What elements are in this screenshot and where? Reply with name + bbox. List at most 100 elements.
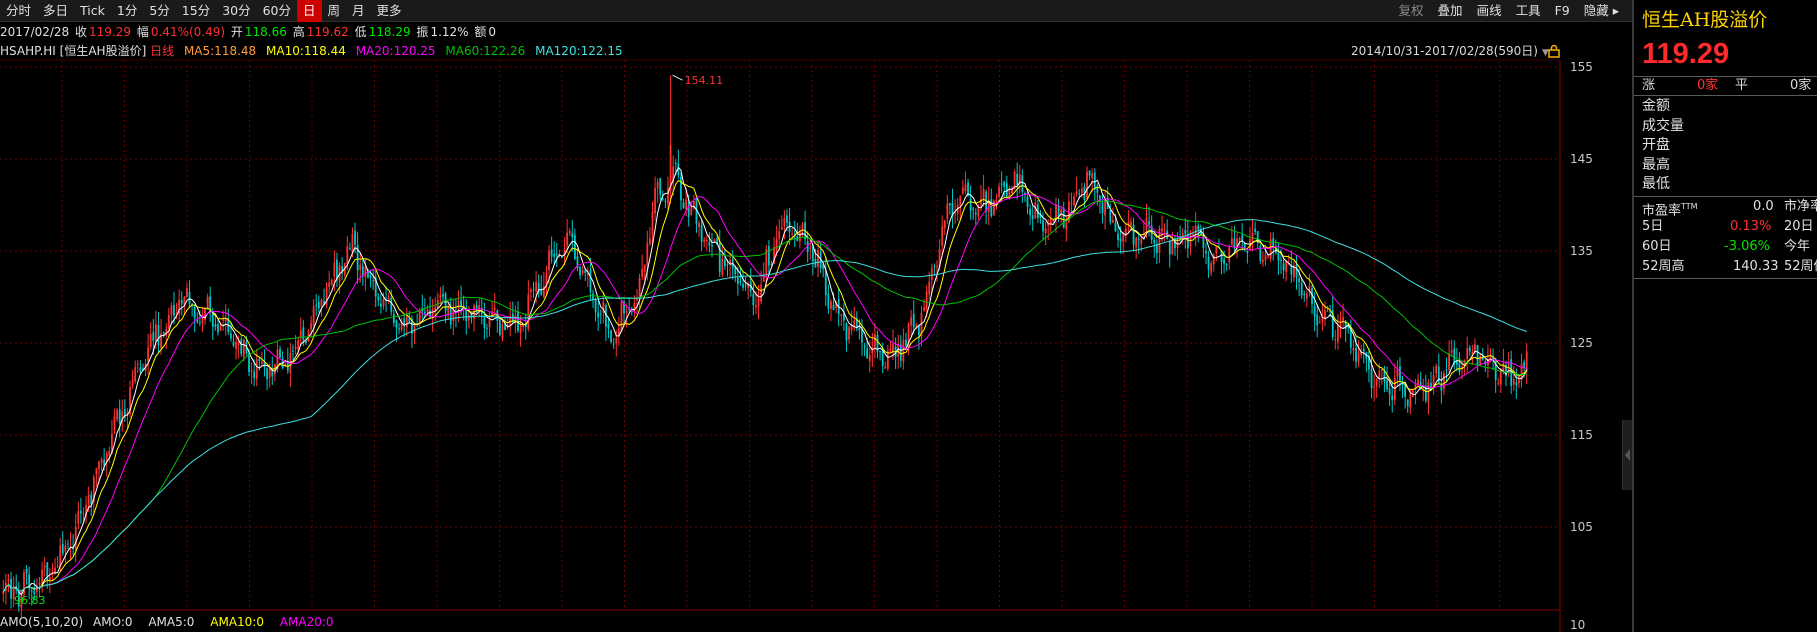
candle-body <box>1119 238 1122 242</box>
candle-body <box>610 330 613 342</box>
candle-body <box>198 322 201 324</box>
candle-body <box>346 246 349 265</box>
candle-body <box>832 304 835 311</box>
candle-body <box>1062 208 1065 228</box>
ma-line-ma120 <box>2 219 1527 593</box>
ama10-value: AMA10:0 <box>210 615 264 629</box>
candle-body <box>682 202 685 209</box>
candle-body <box>767 246 770 266</box>
candle-body <box>752 294 755 306</box>
candle-body <box>1409 394 1412 408</box>
candle-body <box>330 279 333 285</box>
candle-body <box>390 297 393 312</box>
candle-body <box>116 409 118 420</box>
candle-body <box>10 579 12 599</box>
candle-body <box>972 208 975 210</box>
candle-body <box>711 245 713 247</box>
candle-body <box>1450 350 1453 353</box>
panel-toggle-handle[interactable] <box>1622 420 1632 490</box>
candle-body <box>1122 233 1125 242</box>
candle-body <box>237 341 240 346</box>
candle-body <box>527 294 530 329</box>
candle-body <box>149 333 152 347</box>
candle-body <box>530 289 532 292</box>
y-tick-label: 145 <box>1570 152 1593 166</box>
candle-body <box>211 313 214 327</box>
candle-body <box>1132 224 1135 245</box>
candle-body <box>928 281 931 295</box>
candle-body <box>863 345 866 347</box>
candle-body <box>791 233 794 235</box>
candle-body <box>1355 347 1357 362</box>
kline-chart[interactable]: 155 145 135 125 115 105 10 154.11 96.83 <box>0 0 1632 632</box>
amo-label[interactable]: AMO(5,10,20) <box>0 615 83 629</box>
candle-body <box>302 327 305 341</box>
candle-body <box>1303 293 1306 296</box>
candle-body <box>372 279 375 281</box>
candle-body <box>1210 263 1213 273</box>
max-annotation-arrow <box>672 74 683 81</box>
candle-body <box>328 282 331 288</box>
return-60d-row: 60日 -3.06% 今年 <box>1642 237 1817 256</box>
candle-body <box>1386 380 1388 390</box>
candle-body <box>1031 215 1034 219</box>
candle-body <box>501 324 504 339</box>
candle-body <box>674 162 677 164</box>
candle-body <box>25 568 28 574</box>
candle-body <box>1060 209 1063 214</box>
field-label: 最低 <box>1642 176 1670 192</box>
candle-body <box>974 212 977 215</box>
candle-body <box>1137 239 1140 241</box>
candle-body <box>884 366 887 369</box>
candle-body <box>1285 261 1288 273</box>
candle-body <box>555 253 558 256</box>
candle-body <box>98 462 100 470</box>
candle-body <box>1021 175 1024 192</box>
candle-body <box>646 243 649 266</box>
candle-body <box>113 416 116 431</box>
candle-body <box>659 178 662 196</box>
candle-body <box>56 565 59 567</box>
candle-body <box>581 269 584 274</box>
candle-body <box>1518 378 1520 384</box>
candle-body <box>1362 348 1365 352</box>
candle-body <box>1238 238 1241 241</box>
candle-body <box>969 198 972 211</box>
candle-body <box>1186 234 1189 249</box>
candle-body <box>799 231 801 242</box>
candle-body <box>739 281 742 283</box>
candle-body <box>1225 264 1228 266</box>
candle-body <box>917 325 920 335</box>
candle-body <box>377 296 380 301</box>
y-tick-label: 115 <box>1570 428 1593 442</box>
candle-body <box>279 349 281 358</box>
candle-body <box>1300 282 1303 296</box>
candle-body <box>1055 204 1057 220</box>
candle-body <box>1078 193 1081 195</box>
candles <box>2 75 1528 617</box>
candle-body <box>889 348 892 352</box>
field-label: 金额 <box>1642 98 1670 114</box>
candle-body <box>1515 382 1518 386</box>
candle-body <box>310 323 312 330</box>
d20-label: 20日 <box>1784 219 1814 234</box>
candle-body <box>1065 222 1068 230</box>
candle-body <box>654 188 656 214</box>
candle-body <box>592 293 594 300</box>
candle-body <box>1448 353 1451 371</box>
candle-body <box>79 510 82 514</box>
candle-body <box>522 326 525 328</box>
candle-body <box>449 307 452 325</box>
indicator-legend: AMO(5,10,20) AMO:0 AMA5:0 AMA10:0 AMA20:… <box>0 613 346 631</box>
candle-body <box>1091 173 1094 178</box>
candle-body <box>656 182 659 189</box>
candle-body <box>1383 370 1386 382</box>
candle-body <box>1334 339 1337 341</box>
candle-body <box>354 230 356 245</box>
candle-body <box>186 288 188 297</box>
candle-body <box>77 511 80 524</box>
candle-body <box>638 277 641 297</box>
candle-body <box>868 355 871 362</box>
candle-body <box>845 323 848 341</box>
candle-body <box>1044 228 1047 234</box>
